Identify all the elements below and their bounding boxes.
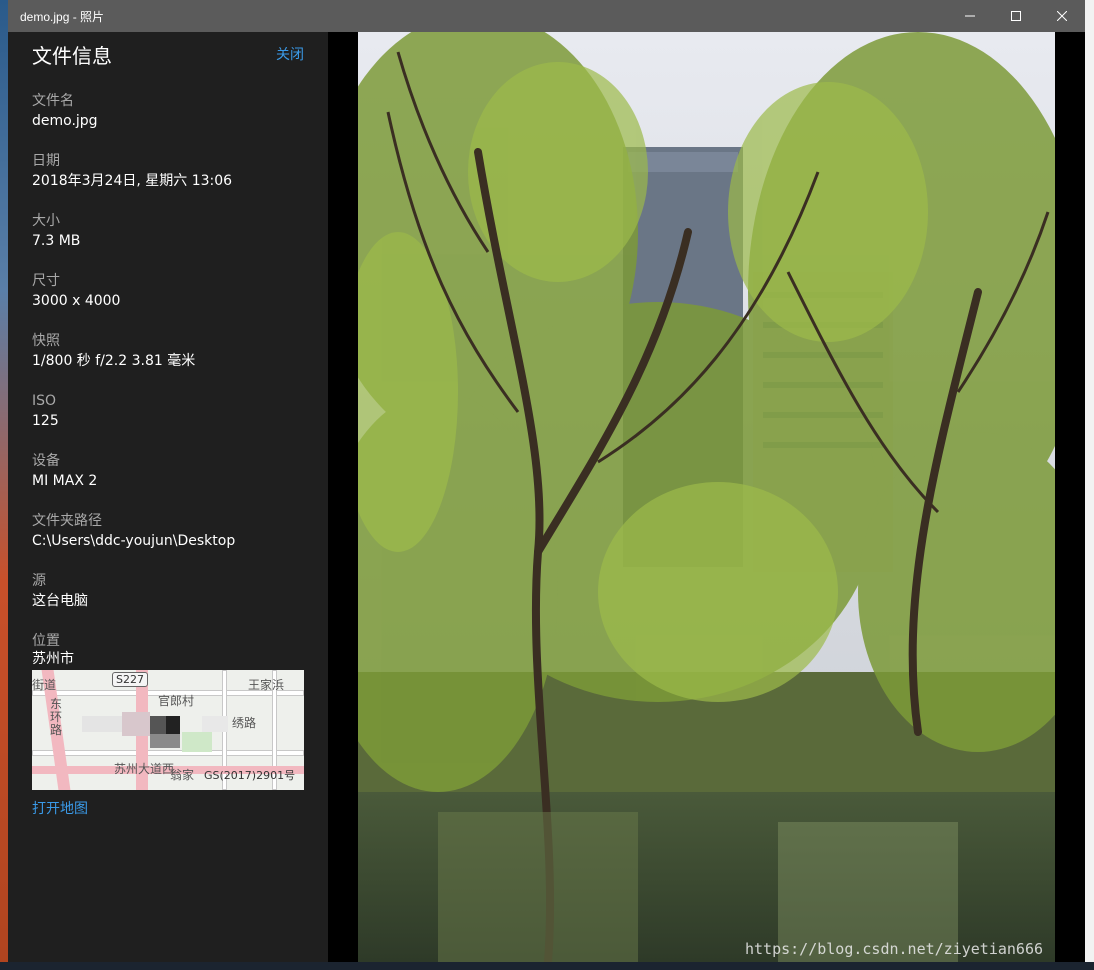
panel-header: 文件信息 关闭 (32, 32, 304, 76)
map-label: 街道 (32, 678, 57, 692)
map-blur (122, 712, 150, 736)
field-location: 位置 苏州市 S227 官郎村 王家浜 东环路 苏州大道西 翁家 绣路 GS(2… (32, 632, 304, 818)
field-value: 这台电脑 (32, 593, 88, 609)
map-road (32, 750, 304, 756)
field-label: ISO (32, 393, 57, 409)
field-label: 快照 (32, 333, 60, 349)
close-icon (1057, 11, 1067, 21)
field-dimensions: 尺寸 3000 x 4000 (32, 272, 304, 316)
watermark: https://blog.csdn.net/ziyetian666 (744, 940, 1043, 958)
location-map[interactable]: S227 官郎村 王家浜 东环路 苏州大道西 翁家 绣路 GS(2017)290… (32, 670, 304, 790)
field-date: 日期 2018年3月24日, 星期六 13:06 (32, 152, 304, 196)
field-snapshot: 快照 1/800 秒 f/2.2 3.81 毫米 (32, 332, 304, 376)
map-label: 翁家 (170, 768, 195, 782)
desktop-background-left (0, 0, 8, 970)
field-label: 文件夹路径 (32, 513, 102, 529)
map-label: 官郎村 (158, 694, 195, 708)
title-bar: demo.jpg - 照片 (8, 0, 1085, 32)
field-value: C:\Users\ddc-youjun\Desktop (32, 533, 236, 549)
field-label: 日期 (32, 153, 60, 169)
map-blur (150, 734, 180, 748)
field-label: 源 (32, 573, 46, 589)
photos-app-window: demo.jpg - 照片 文件信息 关闭 文件名 demo.jpg 日期 20… (8, 0, 1085, 962)
minimize-button[interactable] (947, 0, 993, 32)
taskbar (0, 962, 1094, 970)
minimize-icon (965, 15, 975, 17)
field-filename: 文件名 demo.jpg (32, 92, 304, 136)
field-value: 7.3 MB (32, 233, 81, 249)
field-device: 设备 MI MAX 2 (32, 452, 304, 496)
photo-view[interactable]: https://blog.csdn.net/ziyetian666 (358, 32, 1055, 962)
field-size: 大小 7.3 MB (32, 212, 304, 256)
map-green-area (182, 732, 212, 752)
photo-image (358, 32, 1055, 962)
field-value: MI MAX 2 (32, 473, 98, 489)
open-map-link[interactable]: 打开地图 (32, 798, 88, 818)
close-window-button[interactable] (1039, 0, 1085, 32)
file-info-panel: 文件信息 关闭 文件名 demo.jpg 日期 2018年3月24日, 星期六 … (8, 32, 328, 962)
field-folder-path: 文件夹路径 C:\Users\ddc-youjun\Desktop (32, 512, 304, 556)
maximize-icon (1011, 11, 1021, 21)
field-source: 源 这台电脑 (32, 572, 304, 616)
field-value: 1/800 秒 f/2.2 3.81 毫米 (32, 353, 196, 369)
map-label: 苏州大道西 (114, 762, 175, 776)
map-blur (150, 716, 166, 734)
window-title: demo.jpg - 照片 (20, 9, 105, 24)
desktop-background-right (1085, 0, 1094, 970)
map-blur (82, 716, 122, 732)
field-value: 125 (32, 413, 59, 429)
map-label: 王家浜 (248, 678, 285, 692)
map-blur (166, 716, 180, 734)
maximize-button[interactable] (993, 0, 1039, 32)
field-iso: ISO 125 (32, 392, 304, 436)
panel-title: 文件信息 (32, 43, 112, 68)
field-label: 位置 (32, 633, 60, 649)
field-label: 文件名 (32, 93, 74, 109)
field-label: 尺寸 (32, 273, 60, 289)
field-value: 2018年3月24日, 星期六 13:06 (32, 173, 233, 189)
route-shield: S227 (112, 672, 148, 687)
field-label: 设备 (32, 453, 60, 469)
field-value: 3000 x 4000 (32, 293, 121, 309)
field-label: 大小 (32, 213, 60, 229)
location-value: 苏州市 (32, 651, 74, 667)
map-copyright: GS(2017)2901号 (204, 769, 296, 782)
map-label: 东环路 (50, 697, 63, 737)
map-blur (202, 716, 228, 732)
close-panel-link[interactable]: 关闭 (276, 44, 304, 64)
map-label: 绣路 (232, 716, 257, 730)
field-value: demo.jpg (32, 113, 98, 129)
